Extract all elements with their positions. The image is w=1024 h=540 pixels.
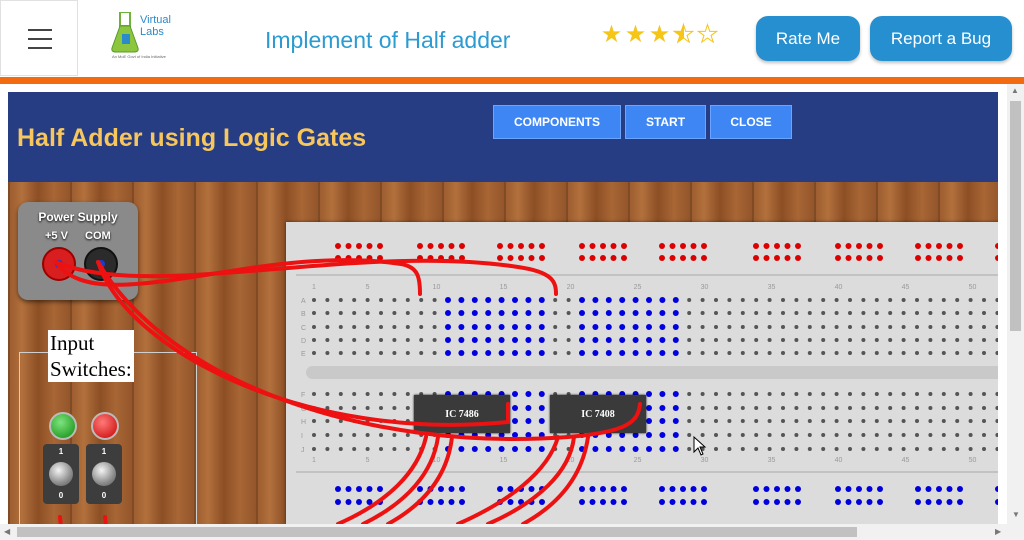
star-rating[interactable]: ★★★★★	[600, 20, 720, 49]
plus-5v-terminal[interactable]	[42, 247, 76, 281]
svg-text:J: J	[301, 447, 305, 454]
top-bar: Virtual Labs An MoE Govt of India Initia…	[0, 0, 1024, 78]
svg-text:30: 30	[701, 284, 709, 291]
vertical-scroll-thumb[interactable]	[1010, 101, 1021, 331]
scroll-down-icon[interactable]: ▼	[1012, 510, 1020, 519]
components-button[interactable]: COMPONENTS	[493, 105, 621, 139]
report-bug-button[interactable]: Report a Bug	[870, 16, 1012, 61]
switch-2-led	[91, 412, 119, 440]
switch-2-toggle[interactable]: 1 0	[86, 444, 122, 504]
mouse-cursor-icon	[693, 436, 707, 456]
svg-text:1: 1	[312, 457, 316, 464]
svg-text:35: 35	[768, 457, 776, 464]
svg-text:10: 10	[433, 284, 441, 291]
logo-line2: Labs	[140, 26, 164, 38]
virtual-labs-logo[interactable]: Virtual Labs An MoE Govt of India Initia…	[108, 10, 178, 65]
svg-text:40: 40	[835, 284, 843, 291]
switch-2-off-label: 0	[101, 491, 107, 500]
start-button[interactable]: START	[625, 105, 706, 139]
logo-line1: Virtual	[140, 14, 171, 26]
simulator-header: Half Adder using Logic Gates COMPONENTS …	[8, 92, 998, 182]
page-title: Implement of Half adder	[265, 27, 511, 53]
breadboard[interactable]: 1 1 5 5 10 10 15 15 20 20 25 25 30 30 35 35 40 40 45 45 50 50…	[286, 222, 998, 524]
center-channel	[306, 366, 998, 379]
switch-1-led	[49, 412, 77, 440]
power-supply-label: Power Supply	[38, 210, 118, 224]
header-divider	[0, 77, 1024, 84]
ic-7408-chip[interactable]: IC 7408	[550, 395, 646, 433]
star-full-icon[interactable]: ★	[624, 20, 648, 49]
star-empty-icon[interactable]: ★	[696, 20, 720, 49]
svg-text:50: 50	[969, 284, 977, 291]
switch-1-off-label: 0	[58, 491, 64, 500]
input-switches-label: Input Switches:	[48, 330, 134, 382]
flask-icon	[111, 12, 139, 53]
content-area: Half Adder using Logic Gates COMPONENTS …	[0, 84, 1024, 524]
simulator-frame: Half Adder using Logic Gates COMPONENTS …	[8, 92, 998, 524]
input-label-line1: Input	[50, 331, 95, 355]
svg-text:D: D	[301, 338, 306, 345]
svg-text:10: 10	[433, 457, 441, 464]
svg-text:B: B	[301, 311, 306, 318]
scroll-right-icon[interactable]: ▶	[995, 527, 1001, 536]
svg-text:50: 50	[969, 457, 977, 464]
svg-text:A: A	[301, 298, 306, 305]
power-supply: Power Supply +5 V COM	[18, 202, 138, 300]
hamburger-line	[28, 38, 52, 40]
svg-text:45: 45	[902, 284, 910, 291]
svg-text:30: 30	[701, 457, 709, 464]
svg-text:G: G	[301, 406, 306, 413]
star-half-icon[interactable]: ★	[672, 20, 696, 49]
svg-text:H: H	[301, 419, 306, 426]
ic-7486-chip[interactable]: IC 7486	[414, 395, 510, 433]
vertical-scrollbar[interactable]: ▲	[1007, 84, 1024, 524]
com-label: COM	[85, 230, 111, 242]
logo-text: Virtual Labs	[140, 14, 171, 38]
horizontal-scroll-thumb[interactable]	[17, 527, 857, 537]
svg-text:I: I	[301, 433, 303, 440]
top-rail-divider	[296, 274, 998, 276]
star-full-icon[interactable]: ★	[648, 20, 672, 49]
simulator-title: Half Adder using Logic Gates	[17, 124, 367, 152]
switch-2-on-label: 1	[101, 447, 107, 456]
svg-text:40: 40	[835, 457, 843, 464]
switch-2-knob[interactable]	[92, 462, 116, 486]
svg-text:45: 45	[902, 457, 910, 464]
bottom-rail-divider	[296, 471, 998, 473]
plus-5v-label: +5 V	[45, 230, 68, 242]
svg-text:25: 25	[634, 284, 642, 291]
rate-me-button[interactable]: Rate Me	[756, 16, 860, 61]
logo-tagline: An MoE Govt of India Initiative	[112, 54, 166, 59]
svg-text:C: C	[301, 325, 306, 332]
scroll-left-icon[interactable]: ◀	[4, 527, 10, 536]
switch-1-on-label: 1	[58, 447, 64, 456]
com-terminal[interactable]	[84, 247, 118, 281]
switch-1-toggle[interactable]: 1 0	[43, 444, 79, 504]
star-full-icon[interactable]: ★	[600, 20, 624, 49]
input-label-line2: Switches:	[50, 357, 132, 381]
menu-button[interactable]	[0, 0, 78, 76]
svg-text:E: E	[301, 351, 306, 358]
svg-text:F: F	[301, 392, 305, 399]
switch-1-knob[interactable]	[49, 462, 73, 486]
close-button[interactable]: CLOSE	[710, 105, 792, 139]
svg-text:20: 20	[567, 457, 575, 464]
horizontal-scrollbar[interactable]: ◀ ▶ ▼	[0, 510, 1024, 540]
svg-text:5: 5	[366, 284, 370, 291]
workbench: Power Supply +5 V COM Input Switches: 1 …	[8, 182, 998, 524]
svg-text:15: 15	[500, 284, 508, 291]
svg-text:15: 15	[500, 457, 508, 464]
svg-text:20: 20	[567, 284, 575, 291]
svg-text:1: 1	[312, 284, 316, 291]
svg-text:5: 5	[366, 457, 370, 464]
svg-text:25: 25	[634, 457, 642, 464]
svg-text:35: 35	[768, 284, 776, 291]
scroll-up-icon[interactable]: ▲	[1011, 86, 1019, 95]
hamburger-icon	[28, 29, 52, 31]
hamburger-line	[28, 47, 52, 49]
